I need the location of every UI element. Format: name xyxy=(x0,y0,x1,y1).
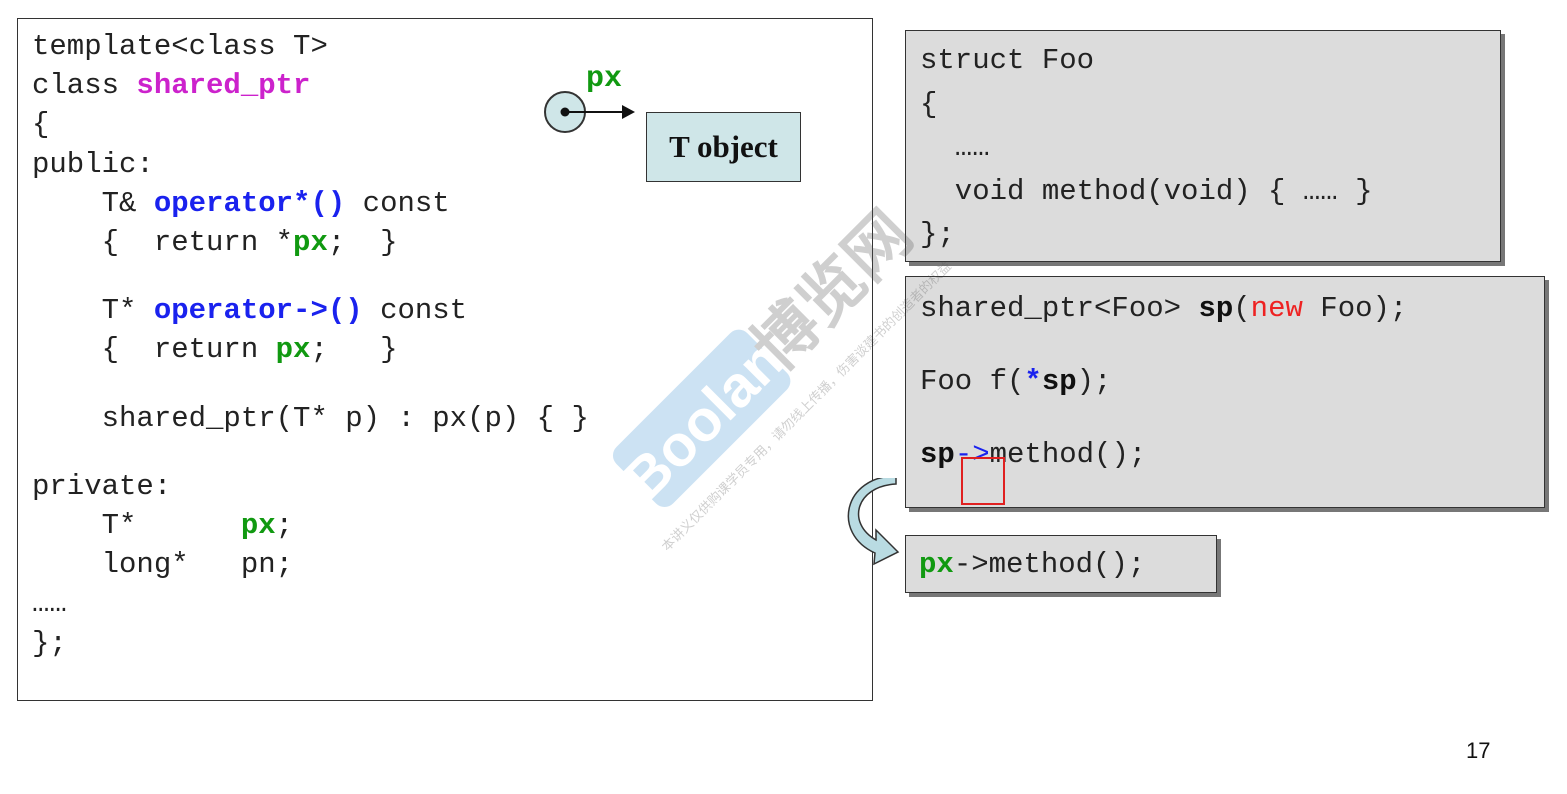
code-line: { xyxy=(920,83,1372,127)
code-line: }; xyxy=(920,213,1372,257)
code-line: public: xyxy=(32,145,589,184)
code-text: ; } xyxy=(327,226,398,260)
code-text: …… xyxy=(32,587,67,621)
code-line: long* pn; xyxy=(32,545,589,584)
code-text: long* pn; xyxy=(32,548,294,582)
code-line: …… xyxy=(920,126,1372,170)
code-token: px xyxy=(275,333,311,367)
code-text: T* xyxy=(32,509,241,543)
code-line: { return px; } xyxy=(32,330,589,369)
code-token: px xyxy=(293,226,328,260)
code-text: ->method(); xyxy=(953,548,1146,581)
result-code: px->method(); xyxy=(919,545,1145,585)
code-token: px xyxy=(240,509,276,543)
shared-ptr-code: template<class T> class shared_ptr{public… xyxy=(32,27,589,663)
code-line: Foo f(*sp); xyxy=(920,360,1407,404)
code-text: Foo f( xyxy=(920,365,1025,398)
code-token: shared_ptr xyxy=(136,69,311,103)
code-token: new xyxy=(1250,292,1303,325)
code-line: px->method(); xyxy=(919,545,1145,585)
code-text: T& xyxy=(32,186,154,220)
code-line: …… xyxy=(32,584,589,623)
code-text: Foo); xyxy=(1302,292,1408,325)
code-line: void method(void) { …… } xyxy=(920,170,1373,214)
code-line: T* operator->() const xyxy=(32,291,589,330)
code-line: shared_ptr<Foo> sp(new Foo); xyxy=(920,287,1407,331)
code-line: }; xyxy=(32,624,589,663)
code-text: T* xyxy=(32,294,154,328)
pointer-arrowhead-icon xyxy=(622,105,635,119)
code-text: { xyxy=(32,108,50,142)
usage-code: shared_ptr<Foo> sp(new Foo); Foo f(*sp); s… xyxy=(920,287,1407,477)
code-text: const xyxy=(345,186,450,220)
code-token: * xyxy=(1024,365,1042,398)
code-text: template<class T> xyxy=(32,30,328,63)
pointer-label: px xyxy=(586,62,623,96)
code-line: { return *px; } xyxy=(32,223,589,262)
arrow-operator-highlight xyxy=(961,457,1005,505)
struct-foo-code: struct Foo { …… void method(void) { …… }}… xyxy=(920,39,1372,257)
code-token: px xyxy=(919,548,954,581)
code-text: struct Foo xyxy=(920,44,1095,77)
code-text: ; } xyxy=(310,333,398,367)
code-text: private: xyxy=(32,469,172,503)
code-text: { return xyxy=(32,333,276,367)
code-text: ); xyxy=(1076,365,1112,398)
result-panel: px->method(); xyxy=(905,535,1217,593)
code-text: const xyxy=(362,294,468,328)
code-line: { xyxy=(32,105,589,144)
code-line: T& operator*() const xyxy=(32,184,589,223)
code-text: }; xyxy=(32,626,67,660)
code-text: shared_ptr<Foo> xyxy=(920,292,1199,325)
t-object-box: T object xyxy=(646,112,801,182)
code-text: ( xyxy=(1233,292,1251,325)
code-token: sp xyxy=(1198,292,1234,325)
code-text: ; xyxy=(275,509,294,543)
code-text: method(); xyxy=(989,438,1147,471)
struct-foo-panel: struct Foo { …… void method(void) { …… }}… xyxy=(905,30,1501,262)
code-line: class shared_ptr xyxy=(32,66,589,105)
code-token: sp xyxy=(920,438,955,471)
code-text: public: xyxy=(32,147,154,181)
code-token: operator->() xyxy=(153,294,363,328)
code-text: …… xyxy=(920,131,990,164)
code-text: shared_ptr(T* p) : px(p) { } xyxy=(32,401,589,435)
code-line: private: xyxy=(32,467,589,506)
code-text: { return * xyxy=(32,226,294,260)
code-text: { xyxy=(920,87,938,121)
code-text: }; xyxy=(920,218,955,251)
code-line: struct Foo xyxy=(920,39,1372,83)
code-text: void method(void) { …… } xyxy=(920,174,1373,208)
curved-arrow-icon xyxy=(847,478,900,566)
code-line: shared_ptr(T* p) : px(p) { } xyxy=(32,399,589,438)
code-token: sp xyxy=(1041,365,1077,398)
code-line: template<class T> xyxy=(32,27,589,66)
code-line: T* px; xyxy=(32,506,589,545)
code-text: class xyxy=(32,69,137,103)
code-token: operator*() xyxy=(153,186,346,220)
page-number: 17 xyxy=(1466,738,1491,763)
